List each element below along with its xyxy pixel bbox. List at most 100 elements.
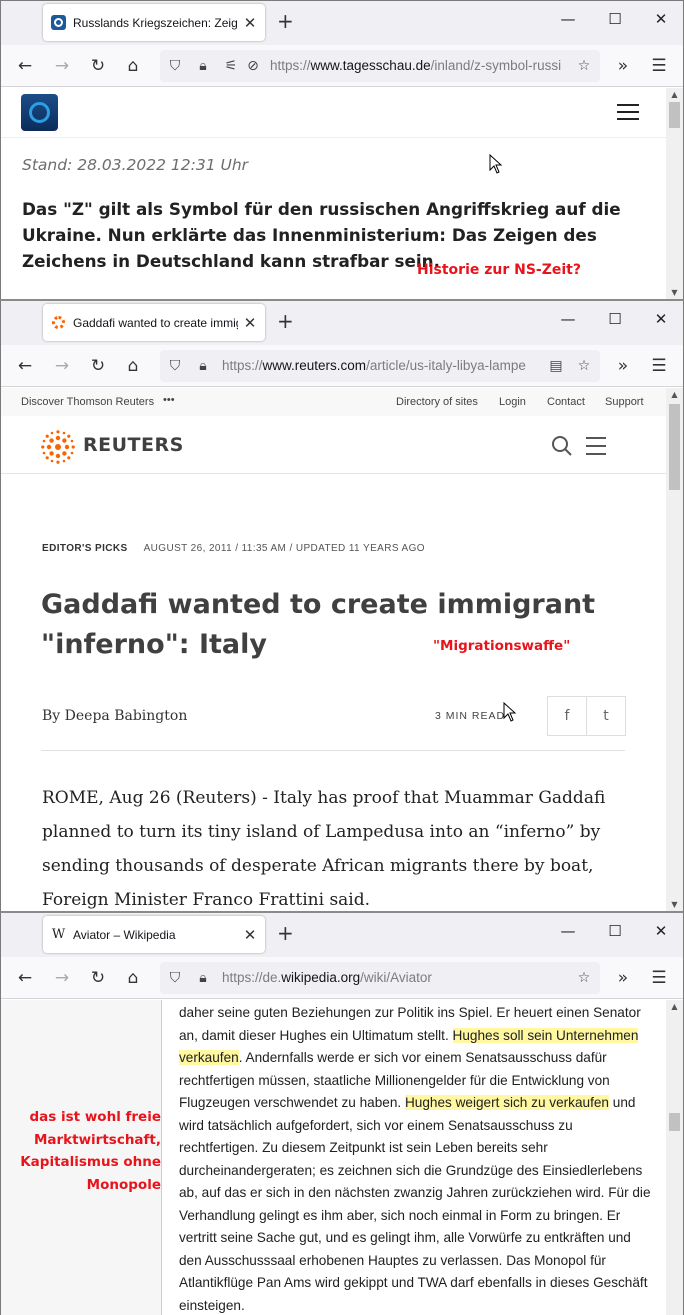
close-tab-icon[interactable]: ✕ — [243, 926, 257, 944]
scrollbar-thumb[interactable] — [669, 404, 680, 490]
reuters-favicon-icon — [51, 315, 66, 330]
home-icon[interactable]: ⌂ — [123, 968, 143, 988]
scrollbar[interactable]: ▲ — [666, 1000, 683, 1315]
lock-icon[interactable]: 🔒︎ — [194, 969, 212, 987]
reload-icon[interactable]: ↻ — [88, 356, 108, 376]
close-window-icon[interactable]: ✕ — [651, 921, 671, 941]
close-window-icon[interactable]: ✕ — [651, 9, 671, 29]
tagesschau-favicon-icon — [51, 15, 66, 30]
tab-tagesschau[interactable]: Russlands Kriegszeichen: Zeigen ✕ — [43, 4, 265, 41]
url-bar[interactable]: ⛉ 🔒︎ https://de.wikipedia.org/wiki/Aviat… — [160, 962, 600, 994]
browser-window-tagesschau: Russlands Kriegszeichen: Zeigen ✕ + — ☐ … — [0, 0, 684, 301]
scrollbar-thumb[interactable] — [669, 102, 680, 128]
annotation-marktwirtschaft: das ist wohl freie Marktwirtschaft, Kapi… — [20, 1109, 161, 1193]
minimize-icon[interactable]: — — [558, 9, 578, 29]
scrollbar[interactable]: ▲ ▼ — [666, 388, 683, 911]
shield-icon[interactable]: ⛉ — [166, 357, 184, 375]
discover-link[interactable]: Discover Thomson Reuters — [21, 396, 154, 408]
home-icon[interactable]: ⌂ — [123, 356, 143, 376]
app-menu-icon[interactable]: ☰ — [649, 356, 669, 376]
maximize-icon[interactable]: ☐ — [605, 921, 625, 941]
lock-icon[interactable]: 🔒︎ — [194, 57, 212, 75]
article-text: daher seine guten Beziehungen zur Politi… — [179, 1005, 651, 1313]
url-bar[interactable]: ⛉ 🔒︎ https://www.reuters.com/article/us-… — [160, 350, 600, 382]
reload-icon[interactable]: ↻ — [88, 56, 108, 76]
maximize-icon[interactable]: ☐ — [605, 309, 625, 329]
bookmark-star-icon[interactable]: ☆ — [575, 57, 593, 75]
reuters-header: REUTERS — [1, 416, 666, 474]
maximize-icon[interactable]: ☐ — [605, 9, 625, 29]
shield-icon[interactable]: ⛉ — [166, 57, 184, 75]
menu-icon[interactable] — [617, 104, 639, 125]
back-icon[interactable]: ← — [15, 356, 35, 376]
forward-icon[interactable]: → — [52, 56, 72, 76]
home-icon[interactable]: ⌂ — [123, 56, 143, 76]
tracking-blocked-icon[interactable]: ⊘ — [244, 57, 262, 75]
url-text[interactable]: https://www.tagesschau.de/inland/z-symbo… — [270, 58, 570, 73]
browser-window-reuters: Gaddafi wanted to create immig ✕ + — ☐ ✕… — [0, 301, 684, 913]
page-content-reuters: Discover Thomson Reuters ••• Directory o… — [1, 388, 683, 911]
author-link[interactable]: Deepa Babington — [65, 708, 188, 724]
minimize-icon[interactable]: — — [558, 921, 578, 941]
overflow-chevron-icon[interactable]: » — [613, 968, 633, 988]
twitter-share-icon[interactable]: t — [586, 696, 626, 736]
overflow-chevron-icon[interactable]: » — [613, 56, 633, 76]
close-tab-icon[interactable]: ✕ — [243, 14, 257, 32]
tab-title: Gaddafi wanted to create immig — [73, 315, 238, 330]
login-link[interactable]: Login — [499, 396, 526, 408]
new-tab-icon[interactable]: + — [277, 311, 294, 331]
app-menu-icon[interactable]: ☰ — [649, 56, 669, 76]
scroll-down-icon[interactable]: ▼ — [669, 288, 680, 297]
menu-icon[interactable] — [586, 437, 606, 461]
reader-view-icon[interactable]: ▤ — [547, 357, 565, 375]
annotation-historie: Historie zur NS-Zeit? — [417, 262, 581, 278]
app-menu-icon[interactable]: ☰ — [649, 968, 669, 988]
article-meta: EDITOR'S PICKS AUGUST 26, 2011 / 11:35 AM… — [42, 543, 425, 554]
back-icon[interactable]: ← — [15, 968, 35, 988]
wikipedia-favicon-icon: W — [51, 927, 66, 942]
new-tab-icon[interactable]: + — [277, 923, 294, 943]
back-icon[interactable]: ← — [15, 56, 35, 76]
scroll-up-icon[interactable]: ▲ — [669, 1002, 680, 1011]
scroll-up-icon[interactable]: ▲ — [669, 90, 680, 99]
read-time: 3 MIN READ — [435, 710, 506, 722]
forward-icon[interactable]: → — [52, 356, 72, 376]
editors-picks-label[interactable]: EDITOR'S PICKS — [42, 543, 128, 554]
more-icon[interactable]: ••• — [163, 394, 175, 406]
scroll-down-icon[interactable]: ▼ — [669, 900, 680, 909]
scrollbar[interactable]: ▲ ▼ — [666, 88, 683, 299]
shield-icon[interactable]: ⛉ — [166, 969, 184, 987]
tab-reuters[interactable]: Gaddafi wanted to create immig ✕ — [43, 304, 265, 341]
reuters-logo-text[interactable]: REUTERS — [83, 434, 184, 456]
facebook-share-icon[interactable]: f — [547, 696, 587, 736]
close-window-icon[interactable]: ✕ — [651, 309, 671, 329]
reuters-logo-icon[interactable] — [41, 430, 75, 464]
url-text[interactable]: https://www.reuters.com/article/us-italy… — [222, 358, 542, 373]
article-date: Stand: 28.03.2022 12:31 Uhr — [22, 156, 249, 174]
support-link[interactable]: Support — [605, 396, 644, 408]
search-icon[interactable] — [551, 435, 573, 457]
close-tab-icon[interactable]: ✕ — [243, 314, 257, 332]
article-body: ROME, Aug 26 (Reuters) - Italy has proof… — [42, 788, 606, 910]
lock-icon[interactable]: 🔒︎ — [194, 357, 212, 375]
reuters-topbar: Discover Thomson Reuters ••• Directory o… — [1, 388, 666, 416]
minimize-icon[interactable]: — — [558, 309, 578, 329]
annotation-migrationswaffe: "Migrationswaffe" — [433, 638, 571, 654]
bookmark-star-icon[interactable]: ☆ — [575, 357, 593, 375]
scroll-up-icon[interactable]: ▲ — [669, 390, 680, 399]
nav-toolbar: ← → ↻ ⌂ ⛉ 🔒︎ https://de.wikipedia.org/wi… — [1, 957, 683, 999]
tagesschau-logo[interactable] — [21, 94, 58, 131]
permissions-icon[interactable]: ⚟ — [222, 57, 240, 75]
reload-icon[interactable]: ↻ — [88, 968, 108, 988]
new-tab-icon[interactable]: + — [277, 11, 294, 31]
overflow-chevron-icon[interactable]: » — [613, 356, 633, 376]
contact-link[interactable]: Contact — [547, 396, 585, 408]
bookmark-star-icon[interactable]: ☆ — [575, 969, 593, 987]
forward-icon[interactable]: → — [52, 968, 72, 988]
mouse-cursor-icon — [503, 702, 517, 722]
directory-link[interactable]: Directory of sites — [396, 396, 478, 408]
url-text[interactable]: https://de.wikipedia.org/wiki/Aviator — [222, 970, 562, 985]
scrollbar-thumb[interactable] — [669, 1113, 680, 1131]
tab-wikipedia[interactable]: W Aviator – Wikipedia ✕ — [43, 916, 265, 953]
url-bar[interactable]: ⛉ 🔒︎ ⚟ ⊘ https://www.tagesschau.de/inlan… — [160, 50, 600, 82]
